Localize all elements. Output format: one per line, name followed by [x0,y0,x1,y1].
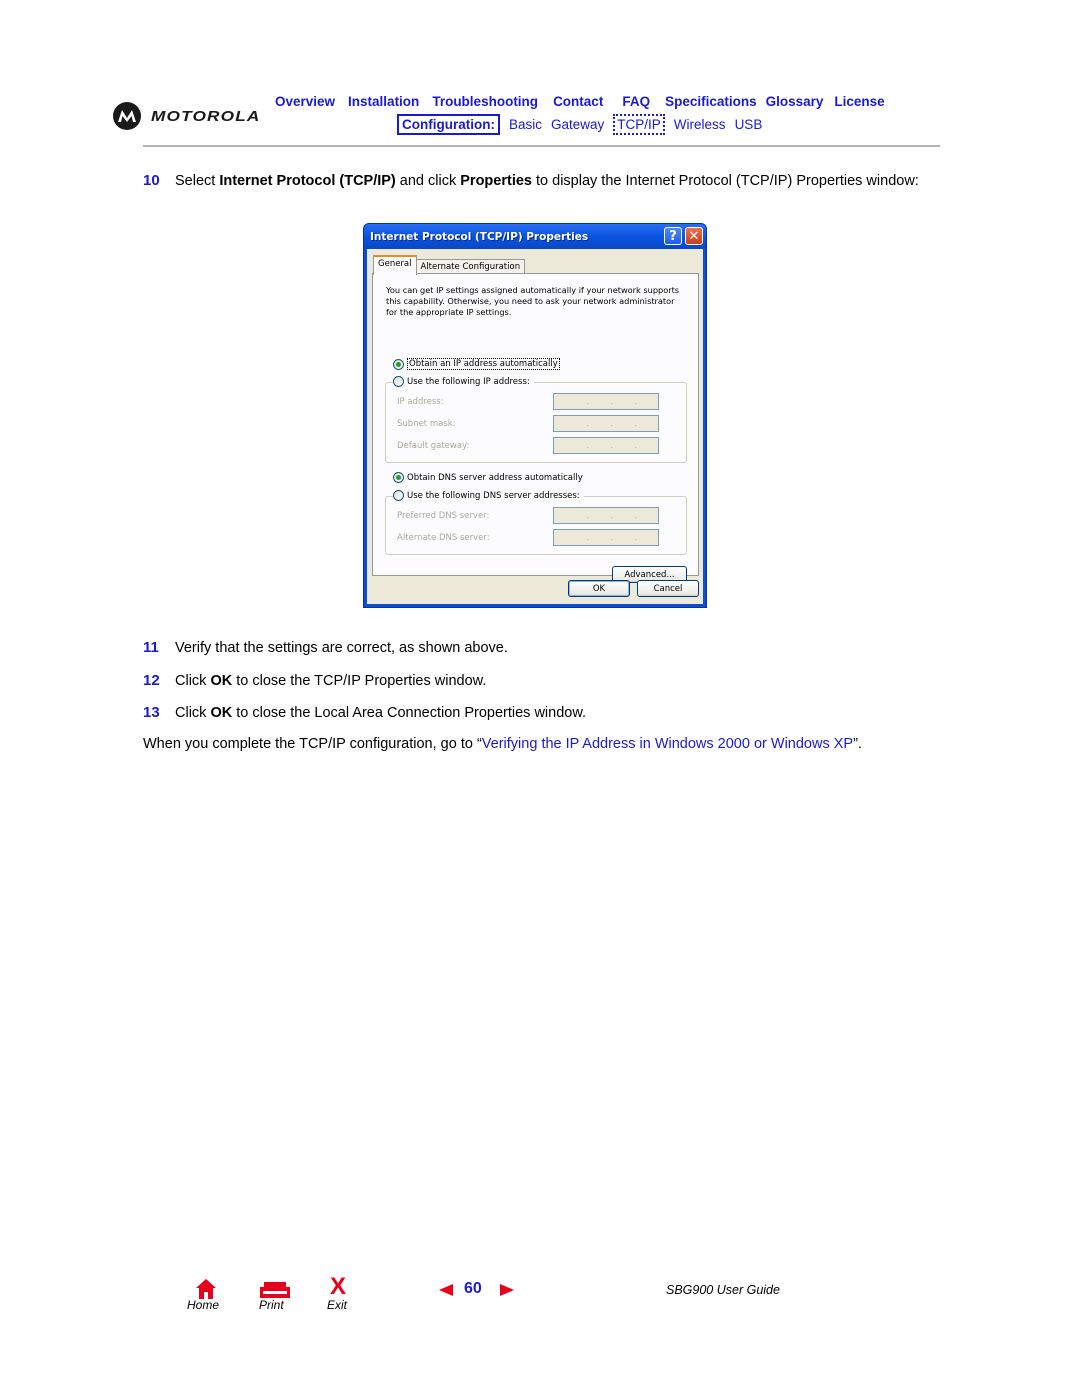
default-gateway-input[interactable]: ... [553,437,659,454]
nav-tcpip-active[interactable]: TCP/IP [613,114,665,135]
dns-group [385,496,687,555]
dialog-tabs: General Alternate Configuration [373,255,526,275]
use-following-dns-radio[interactable]: Use the following DNS server addresses: [393,490,584,501]
step-text: Select Internet Protocol (TCP/IP) and cl… [175,173,919,189]
step-text: Click OK to close the Local Area Connect… [175,705,587,721]
motorola-batwing-icon [113,102,141,130]
subnet-mask-row: Subnet mask: ... [397,415,659,432]
guide-title: SBG900 User Guide [666,1283,780,1297]
step-text: Click OK to close the TCP/IP Properties … [175,673,487,689]
nav-specifications[interactable]: Specifications [665,94,757,109]
header-divider [143,145,940,147]
step-number: 12 [143,672,160,689]
tcpip-properties-dialog: Internet Protocol (TCP/IP) Properties ? … [363,223,707,608]
configuration-label: Configuration: [397,114,500,135]
alternate-dns-row: Alternate DNS server: ... [397,529,659,546]
obtain-ip-auto-radio[interactable]: Obtain an IP address automatically [393,358,564,370]
radio-unselected-icon [393,490,404,501]
nav-troubleshooting[interactable]: Troubleshooting [432,94,538,109]
close-icon[interactable]: ✕ [685,227,703,245]
nav-installation[interactable]: Installation [348,94,419,109]
step-number: 11 [143,639,159,656]
nav-faq[interactable]: FAQ [622,94,650,109]
alternate-dns-input[interactable]: ... [553,529,659,546]
radio-selected-icon [393,358,404,370]
next-page-arrow-icon[interactable] [500,1284,514,1296]
step-12: 12 Click OK to close the TCP/IP Properti… [143,671,943,691]
page-number: 60 [464,1280,482,1297]
ok-button[interactable]: OK [568,580,630,597]
nav-glossary[interactable]: Glossary [766,94,824,109]
secondary-nav: Configuration: Basic Gateway TCP/IP Wire… [397,114,771,135]
dialog-title: Internet Protocol (TCP/IP) Properties [370,230,589,243]
exit-label[interactable]: Exit [327,1298,347,1312]
brand-name: MOTOROLA [151,107,261,125]
step-13: 13 Click OK to close the Local Area Conn… [143,703,943,723]
nav-gateway[interactable]: Gateway [551,117,604,132]
use-following-ip-radio[interactable]: Use the following IP address: [393,376,534,387]
subnet-mask-input[interactable]: ... [553,415,659,432]
general-panel: You can get IP settings assigned automat… [372,273,699,583]
help-icon[interactable]: ? [664,227,682,245]
nav-contact[interactable]: Contact [553,94,603,109]
primary-nav: Overview Installation Troubleshooting Co… [275,94,885,109]
radio-selected-icon [393,472,404,483]
nav-license[interactable]: License [834,94,884,109]
intro-text: You can get IP settings assigned automat… [386,285,680,317]
step-10: 10 Select Internet Protocol (TCP/IP) and… [143,171,943,191]
print-label[interactable]: Print [259,1298,284,1312]
ip-address-input[interactable]: ... [553,393,659,410]
verifying-ip-link[interactable]: Verifying the IP Address in Windows 2000… [482,736,853,752]
radio-unselected-icon [393,376,404,387]
nav-wireless[interactable]: Wireless [674,117,726,132]
default-gateway-row: Default gateway: ... [397,437,659,454]
home-label[interactable]: Home [187,1298,219,1312]
nav-usb[interactable]: USB [735,117,763,132]
previous-page-arrow-icon[interactable] [439,1284,453,1296]
step-number: 10 [143,172,160,189]
closing-paragraph: When you complete the TCP/IP configurati… [143,736,862,752]
nav-overview[interactable]: Overview [275,94,335,109]
ip-address-row: IP address: ... [397,393,659,410]
step-11: 11 Verify that the settings are correct,… [143,638,943,658]
step-number: 13 [143,704,160,721]
preferred-dns-input[interactable]: ... [553,507,659,524]
tab-general[interactable]: General [373,255,417,275]
motorola-logo: MOTOROLA [113,102,259,130]
step-text: Verify that the settings are correct, as… [175,640,508,656]
cancel-button[interactable]: Cancel [637,580,699,597]
dialog-titlebar: Internet Protocol (TCP/IP) Properties ? … [364,224,706,249]
preferred-dns-row: Preferred DNS server: ... [397,507,659,524]
obtain-dns-auto-radio[interactable]: Obtain DNS server address automatically [393,472,587,483]
dialog-client: General Alternate Configuration You can … [367,249,703,604]
exit-icon[interactable]: X [330,1273,346,1301]
nav-basic[interactable]: Basic [509,117,542,132]
